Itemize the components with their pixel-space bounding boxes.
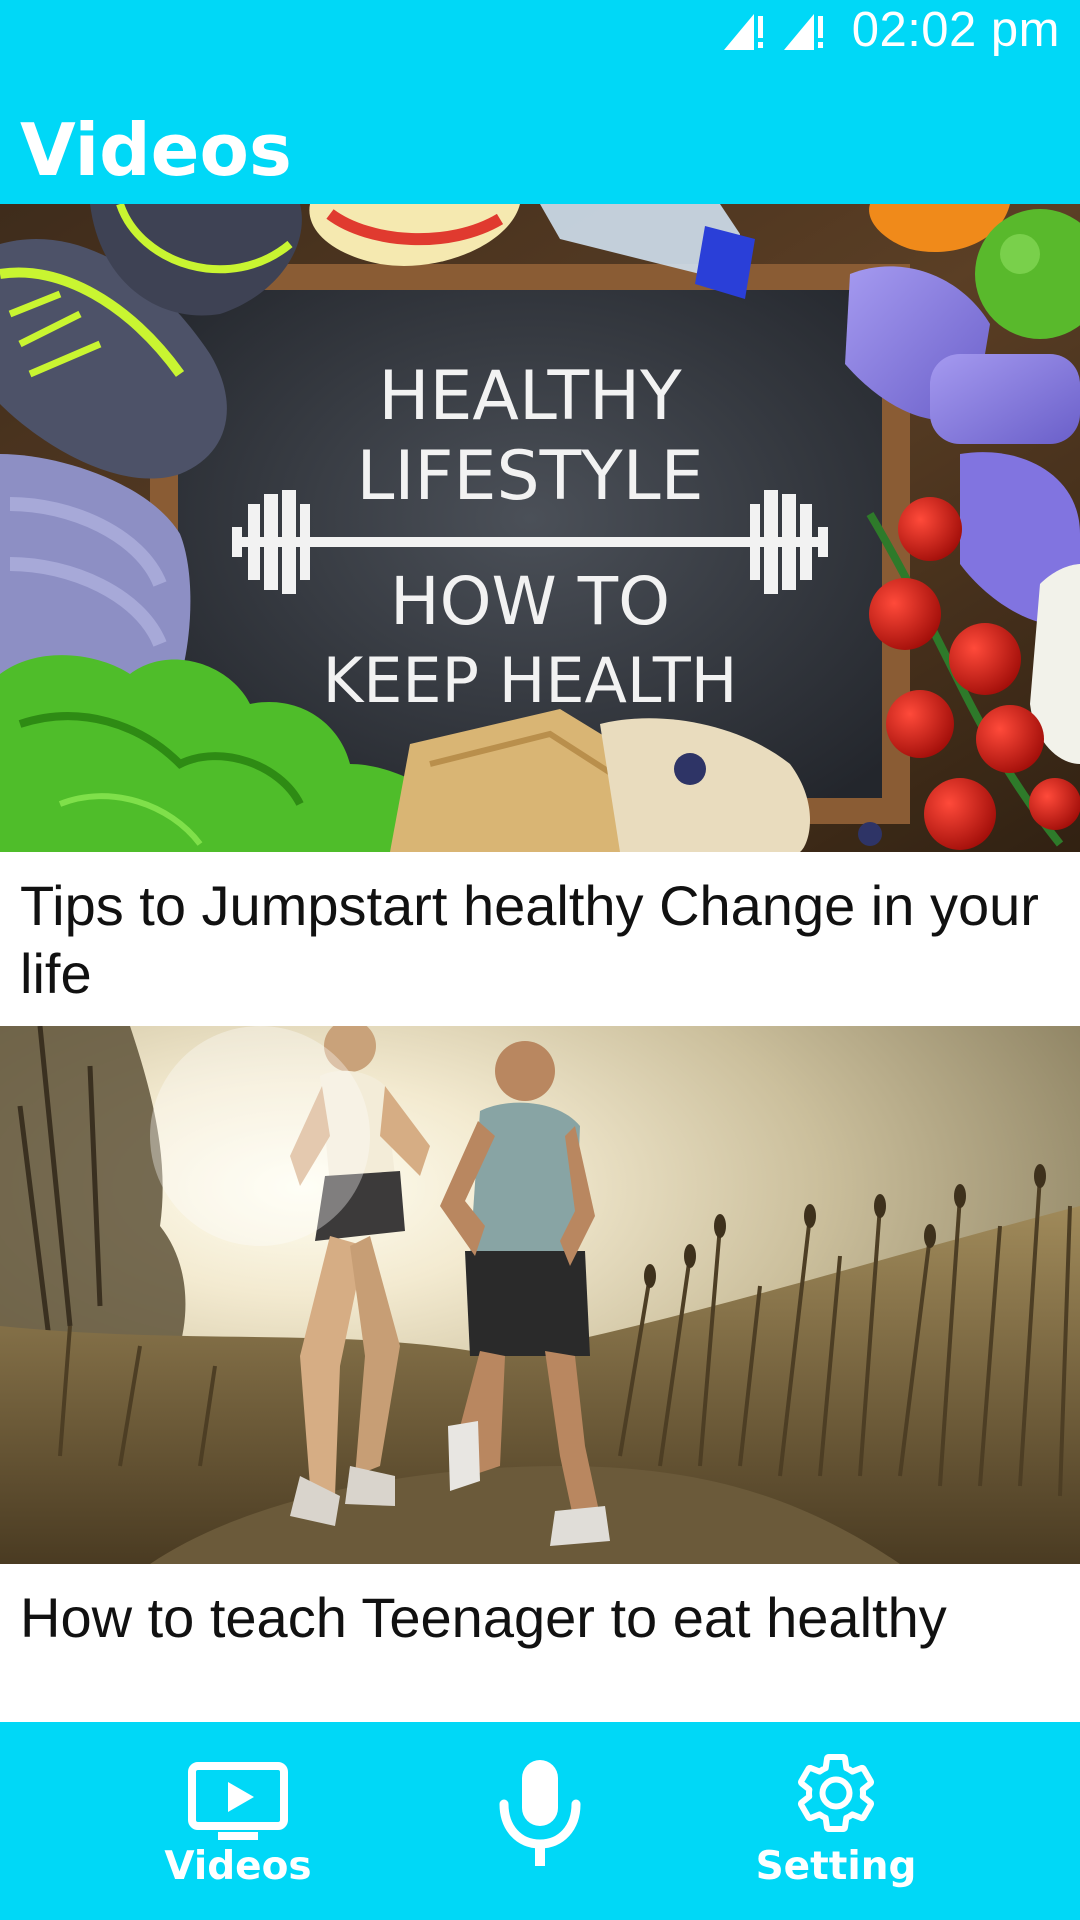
nav-item-setting[interactable]: Setting bbox=[716, 1722, 956, 1920]
app-screen: 02:02 pm Videos HEALTHY LIFESTYLE HOW TO… bbox=[0, 0, 1080, 1920]
status-icons: 02:02 pm bbox=[723, 2, 1060, 58]
nav-label-videos: Videos bbox=[164, 1844, 312, 1889]
gear-icon bbox=[798, 1754, 874, 1832]
chalk-text-line1: HEALTHY bbox=[378, 357, 682, 436]
status-time: 02:02 pm bbox=[851, 3, 1060, 57]
chalk-text-line4: KEEP HEALTH bbox=[323, 644, 738, 717]
video-thumbnail-jogging[interactable] bbox=[0, 1026, 1080, 1564]
video-title[interactable]: Tips to Jumpstart healthy Change in your… bbox=[20, 872, 1060, 1008]
video-title[interactable]: How to teach Teenager to eat healthy bbox=[20, 1584, 1060, 1652]
healthy-lifestyle-photo: HEALTHY LIFESTYLE HOW TO KEEP HEALTH bbox=[0, 204, 1080, 852]
nav-item-videos[interactable]: Videos bbox=[118, 1722, 358, 1920]
page-title: Videos bbox=[20, 108, 292, 192]
microphone-icon bbox=[499, 1760, 581, 1866]
status-bar: 02:02 pm bbox=[0, 0, 1080, 60]
video-icon bbox=[188, 1762, 288, 1840]
video-thumbnail-healthy-lifestyle[interactable]: HEALTHY LIFESTYLE HOW TO KEEP HEALTH bbox=[0, 204, 1080, 852]
chalk-text-line3: HOW TO bbox=[390, 563, 670, 640]
bottom-navigation: Videos Setting bbox=[0, 1722, 1080, 1920]
chalk-text-line2: LIFESTYLE bbox=[356, 437, 703, 516]
signal-no-data-icon bbox=[723, 10, 766, 50]
signal-no-data-icon bbox=[783, 10, 826, 50]
jogging-couple-photo bbox=[0, 1026, 1080, 1564]
app-header: 02:02 pm Videos bbox=[0, 0, 1080, 204]
nav-item-voice[interactable] bbox=[420, 1722, 660, 1920]
nav-label-setting: Setting bbox=[755, 1844, 917, 1889]
